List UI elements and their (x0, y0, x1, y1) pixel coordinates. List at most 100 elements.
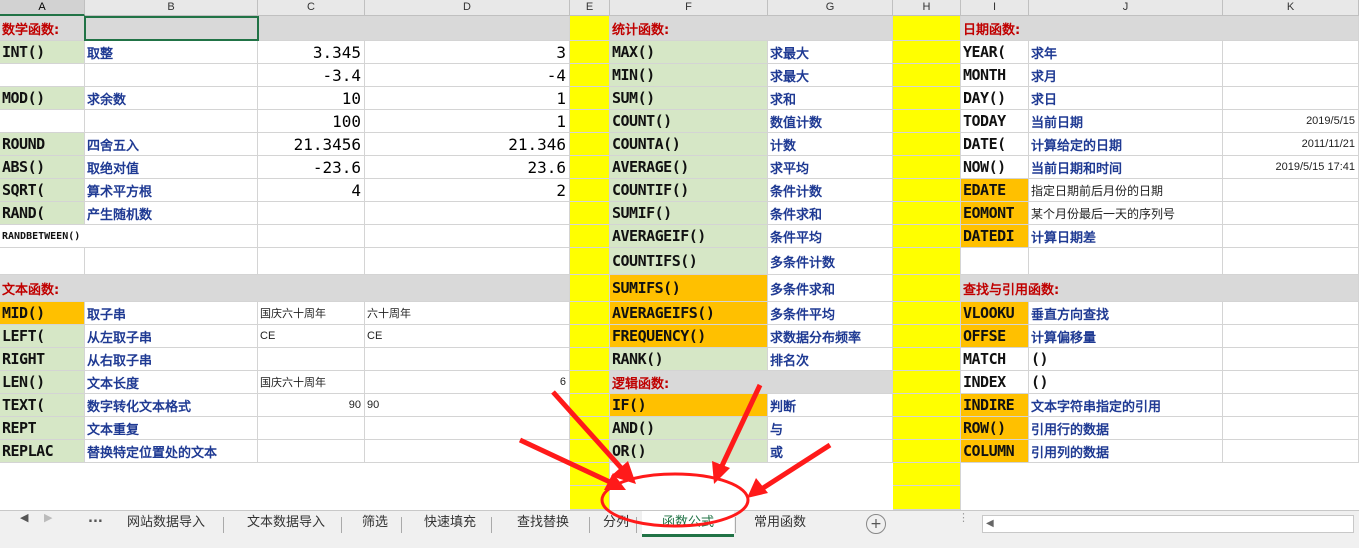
divider-cell-e[interactable] (570, 156, 610, 179)
math-input-value[interactable] (258, 225, 365, 248)
sheet-tab-4[interactable]: 快速填充 (410, 511, 490, 537)
logic-fn-desc[interactable]: 与 (768, 417, 893, 440)
date-fn-desc[interactable]: 求月 (1029, 64, 1223, 87)
scroll-right-icon[interactable]: ▶ (44, 511, 52, 537)
empty-cell[interactable] (258, 248, 365, 275)
date-value[interactable] (1223, 64, 1359, 87)
text-fn-name[interactable]: LEN() (0, 371, 85, 394)
divider-cell-e[interactable] (570, 16, 610, 41)
section-title-logic[interactable]: 逻辑函数: (610, 371, 893, 394)
empty-cell[interactable] (1223, 440, 1359, 463)
math-fn-name[interactable]: ABS() (0, 156, 85, 179)
math-fn-name[interactable]: INT() (0, 41, 85, 64)
logic-fn-name[interactable]: OR() (610, 440, 768, 463)
stats-fn-name[interactable]: COUNTA() (610, 133, 768, 156)
lookup-fn-desc[interactable]: () (1029, 371, 1223, 394)
divider-cell-h[interactable] (893, 348, 961, 371)
date-fn-name[interactable]: DATEDI (961, 225, 1029, 248)
date-value[interactable] (1223, 41, 1359, 64)
divider-cell-h[interactable] (893, 110, 961, 133)
divider-cell-e[interactable] (570, 325, 610, 348)
lookup-fn-desc[interactable]: 引用列的数据 (1029, 440, 1223, 463)
sheet-tab-2[interactable]: 文本数据导入 (232, 511, 340, 537)
text-fn-desc[interactable]: 替换特定位置处的文本 (85, 440, 258, 463)
math-fn-desc[interactable]: 算术平方根 (85, 179, 258, 202)
divider-cell-e[interactable] (570, 486, 610, 510)
lookup-fn-name[interactable]: INDEX (961, 371, 1029, 394)
date-fn-name[interactable]: MONTH (961, 64, 1029, 87)
divider-cell-h[interactable] (893, 394, 961, 417)
date-value[interactable]: 2019/5/15 (1223, 110, 1359, 133)
math-fn-name[interactable] (0, 110, 85, 133)
column-header-f[interactable]: F (610, 0, 768, 16)
date-fn-name[interactable]: EOMONT (961, 202, 1029, 225)
sheet-tab-5[interactable]: 查找替换 (498, 511, 588, 537)
empty-cell[interactable] (0, 248, 85, 275)
lookup-fn-name[interactable]: OFFSE (961, 325, 1029, 348)
scroll-left-icon[interactable]: ◀ (20, 511, 28, 537)
column-header-c[interactable]: C (258, 0, 365, 16)
math-input-value[interactable]: 100 (258, 110, 365, 133)
math-fn-desc[interactable]: 取绝对值 (85, 156, 258, 179)
empty-cell[interactable] (1223, 302, 1359, 325)
spreadsheet-grid[interactable]: A B C D E F G H I J K 数学函数: 统计函数: 日期函数: INT() 取整 3.345 3-… (0, 0, 1359, 510)
math-fn-desc[interactable] (85, 110, 258, 133)
text-fn-desc[interactable]: 文本重复 (85, 417, 258, 440)
sheet-tab-8[interactable]: 常用函数 (740, 511, 820, 537)
empty-cell[interactable] (1223, 394, 1359, 417)
section-title-stats[interactable]: 统计函数: (610, 16, 893, 41)
stats-fn-name[interactable]: AVERAGEIFS() (610, 302, 768, 325)
divider-cell-e[interactable] (570, 394, 610, 417)
math-input-value[interactable]: 4 (258, 179, 365, 202)
lookup-fn-name[interactable]: ROW() (961, 417, 1029, 440)
date-value[interactable] (1223, 202, 1359, 225)
text-result-value[interactable] (365, 417, 570, 440)
stats-fn-name[interactable]: MIN() (610, 64, 768, 87)
text-result-value[interactable]: 90 (365, 394, 570, 417)
stats-fn-name[interactable]: COUNTIF() (610, 179, 768, 202)
stats-fn-name[interactable]: COUNT() (610, 110, 768, 133)
math-result-value[interactable]: 1 (365, 110, 570, 133)
divider-cell-h[interactable] (893, 87, 961, 110)
date-fn-name[interactable]: YEAR( (961, 41, 1029, 64)
date-fn-desc[interactable]: 计算日期差 (1029, 225, 1223, 248)
stats-fn-name[interactable]: FREQUENCY() (610, 325, 768, 348)
text-fn-name[interactable]: REPLAC (0, 440, 85, 463)
stats-fn-name[interactable]: SUM() (610, 87, 768, 110)
math-input-value[interactable]: 10 (258, 87, 365, 110)
column-header-d[interactable]: D (365, 0, 570, 16)
section-title-lookup[interactable]: 查找与引用函数: (961, 275, 1359, 302)
empty-cell[interactable] (85, 248, 258, 275)
text-input-value[interactable] (258, 440, 365, 463)
empty-cell[interactable] (1223, 417, 1359, 440)
lookup-fn-desc[interactable]: 文本字符串指定的引用 (1029, 394, 1223, 417)
date-value[interactable] (1223, 179, 1359, 202)
divider-cell-h[interactable] (893, 371, 961, 394)
stats-fn-desc[interactable]: 求最大 (768, 64, 893, 87)
sheet-tab-7[interactable]: 函数公式 (642, 511, 734, 537)
text-fn-desc[interactable]: 从左取子串 (85, 325, 258, 348)
math-result-value[interactable]: 21.346 (365, 133, 570, 156)
text-fn-desc[interactable]: 数字转化文本格式 (85, 394, 258, 417)
math-input-value[interactable]: -3.4 (258, 64, 365, 87)
empty-cell[interactable] (1223, 248, 1359, 275)
stats-fn-desc[interactable]: 排名次 (768, 348, 893, 371)
stats-fn-name[interactable]: MAX() (610, 41, 768, 64)
text-result-value[interactable]: 六十周年 (365, 302, 570, 325)
divider-cell-e[interactable] (570, 275, 610, 302)
add-sheet-button[interactable]: + (866, 514, 886, 534)
stats-fn-name[interactable]: AVERAGEIF() (610, 225, 768, 248)
stats-fn-desc[interactable]: 数值计数 (768, 110, 893, 133)
divider-cell-e[interactable] (570, 440, 610, 463)
divider-cell-h[interactable] (893, 225, 961, 248)
section-title-date[interactable]: 日期函数: (961, 16, 1359, 41)
column-header-h[interactable]: H (893, 0, 961, 16)
text-result-value[interactable] (365, 440, 570, 463)
math-input-value[interactable]: 3.345 (258, 41, 365, 64)
math-result-value[interactable]: 1 (365, 87, 570, 110)
sheet-tab-1[interactable]: 网站数据导入 (110, 511, 222, 537)
math-fn-name[interactable]: SQRT( (0, 179, 85, 202)
math-result-value[interactable]: -4 (365, 64, 570, 87)
text-input-value[interactable] (258, 417, 365, 440)
divider-cell-h[interactable] (893, 64, 961, 87)
